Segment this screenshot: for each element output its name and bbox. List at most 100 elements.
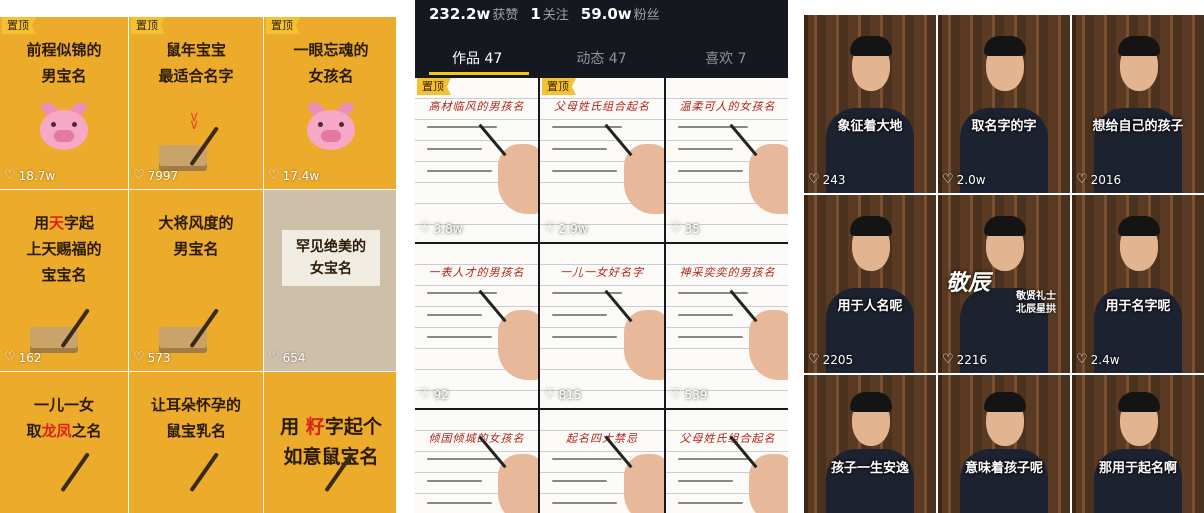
video-tile[interactable]: 取名字的字 ♡ 2.0w [938,15,1070,193]
heart-outline-icon: ♡ [670,387,682,402]
like-count: ♡ 243 [808,172,846,187]
video-tile[interactable]: 用于人名呢 ♡ 2205 [804,195,936,373]
video-tile[interactable]: 神采奕奕的男孩名 ♡ 539 [666,244,788,408]
handwriting-stroke [427,314,482,316]
video-tile[interactable]: 大将风度的 男宝名 ♡ 573 [129,190,263,371]
pig-part [321,130,341,142]
like-count: ♡ 2205 [808,352,853,367]
video-caption: 那用于起名啊 [1098,461,1177,476]
tile-title-highlight: 龙凤 [41,422,72,440]
video-tile[interactable]: 一儿一女好名字 ♡ 815 [540,244,664,408]
tab-liked[interactable]: 喜欢 7 [664,44,788,74]
tab-works[interactable]: 作品 47 [415,44,539,74]
video-tile[interactable]: 置顶 鼠年宝宝 最适合名字 ∨ ∨ ♡ 7997 [129,17,263,189]
presenter-figure [826,15,914,193]
video-tile[interactable]: 置顶父母姓氏组合起名 ♡ 2.9w [540,78,664,242]
video-caption: 象征着大地 [837,119,903,134]
video-tile[interactable]: 用于名字呢 ♡ 2.4w [1072,195,1204,373]
tile-title-part: 用 [280,416,306,438]
handwriting-stroke [427,480,482,482]
presenter-figure [1094,15,1182,193]
handwriting-stroke [552,292,622,294]
handwritten-title: 温柔可人的女孩名 [679,100,776,113]
pen-icon [604,123,633,157]
like-count: ♡ 2.4w [1076,352,1120,367]
video-tile[interactable]: 倾国倾城的女孩名 [415,410,538,513]
stat-followers[interactable]: 59.0w 粉丝 [581,4,660,23]
video-tile[interactable]: 罕见绝美的 女宝名 ♡ 654 [264,190,396,371]
video-tile[interactable]: 一儿一女 取龙凤之名 [0,372,128,513]
handwriting-stroke [427,336,492,338]
calligraphy-overlay: 敬辰 [946,270,991,296]
pen-icon [729,123,758,157]
video-caption: 用于名字呢 [1105,299,1171,314]
like-count: ♡ 17.4w [268,168,319,183]
handwriting-stroke [678,314,733,316]
handwriting-stroke [552,126,622,128]
video-caption: 用于人名呢 [837,299,903,314]
video-tile[interactable]: 置顶 一眼忘魂的 女孩名 ♡ 17.4w [264,17,396,189]
video-tile[interactable]: 敬辰 敬贤礼士 北辰星拱 ♡ 2216 [938,195,1070,373]
video-tile[interactable]: 用天字起 上天赐福的 宝宝名 ♡ 162 [0,190,128,371]
calligraphy-subtitle: 敬贤礼士 北辰星拱 [1016,291,1056,315]
video-tile[interactable]: 用 籽字起个 如意鼠宝名 [264,372,396,513]
video-tile[interactable]: 起名四大禁忌 [540,410,664,513]
like-count: ♡ 2.9w [544,221,588,236]
like-count-value: 2.0w [956,172,986,187]
like-count-value: 2216 [956,352,988,367]
video-tile[interactable]: 温柔可人的女孩名 ♡ 35 [666,78,788,242]
handwritten-title: 一表人才的男孩名 [428,266,525,279]
video-caption: 孩子一生安逸 [830,461,909,476]
video-caption: 意味着孩子呢 [964,461,1043,476]
handwritten-title: 高材临风的男孩名 [428,100,525,113]
video-tile[interactable]: 让耳朵怀孕的 鼠宝乳名 [129,372,263,513]
tab-posts[interactable]: 动态 47 [539,44,663,74]
like-count: ♡ 7997 [133,168,178,183]
handwritten-title: 父母姓氏组合起名 [554,100,650,113]
video-tile[interactable]: 象征着大地 ♡ 243 [804,15,936,193]
like-count-value: 2.9w [558,221,588,236]
handwritten-title: 起名四大禁忌 [566,432,638,445]
tile-title: 一眼忘魂的 女孩名 [293,41,369,85]
pinned-badge: 置顶 [2,17,36,34]
heart-outline-icon: ♡ [268,350,280,365]
like-count: ♡ 2016 [1076,172,1121,187]
like-count: ♡ 539 [670,387,708,402]
video-tile[interactable]: 意味着孩子呢 [938,375,1070,513]
stat-following[interactable]: 1 关注 [530,4,568,23]
feed-panel-name-tips: 置顶 前程似锦的 男宝名 ♡ 18.7w 置顶 鼠年宝宝 最适合名字 ∨ ∨ ♡ 7997 置顶一… [0,0,396,513]
tile-title: 一儿一女 取龙凤之名 [6,392,122,444]
video-tile[interactable]: 那用于起名啊 [1072,375,1204,513]
like-count-value: 18.7w [18,168,56,183]
like-count: ♡ 35 [670,221,700,236]
video-tile[interactable]: 孩子一生安逸 [804,375,936,513]
presenter-figure [826,375,914,513]
tile-title: 用 籽字起个 如意鼠宝名 [270,412,392,472]
like-count-value: 815 [558,387,582,402]
handwriting-stroke [678,148,733,150]
presenter-figure [960,15,1048,193]
pinned-badge: 置顶 [542,78,576,95]
handwriting-stroke [427,292,497,294]
presenter-hair [850,216,892,237]
pen-icon [478,289,507,323]
heart-outline-icon: ♡ [419,387,431,402]
like-count-value: 162 [18,350,42,365]
handwriting-stroke [678,458,748,460]
like-count-value: 3.8w [433,221,463,236]
heart-outline-icon: ♡ [133,168,145,183]
video-tile[interactable]: 置顶 高材临风的男孩名 ♡ 3.8w [415,78,538,242]
like-count: ♡ 92 [419,387,449,402]
video-tile[interactable]: 置顶 前程似锦的 男宝名 ♡ 18.7w [0,17,128,189]
handwritten-title: 父母姓氏组合起名 [679,432,776,445]
video-tile[interactable]: 一表人才的男孩名 ♡ 92 [415,244,538,408]
profile-stats: 232.2w 获赞 1 关注 59.0w 粉丝 [429,4,660,23]
video-tile[interactable]: 父母姓氏组合起名 [666,410,788,513]
video-tile[interactable]: 想给自己的孩子 ♡ 2016 [1072,15,1204,193]
tile-title: 大将风度的 男宝名 [158,214,234,258]
like-count: ♡ 3.8w [419,221,463,236]
handwriting-stroke [552,170,617,172]
presenter-hair [984,216,1026,237]
presenter-hair [1118,392,1160,413]
pig-mascot-icon [303,100,359,150]
